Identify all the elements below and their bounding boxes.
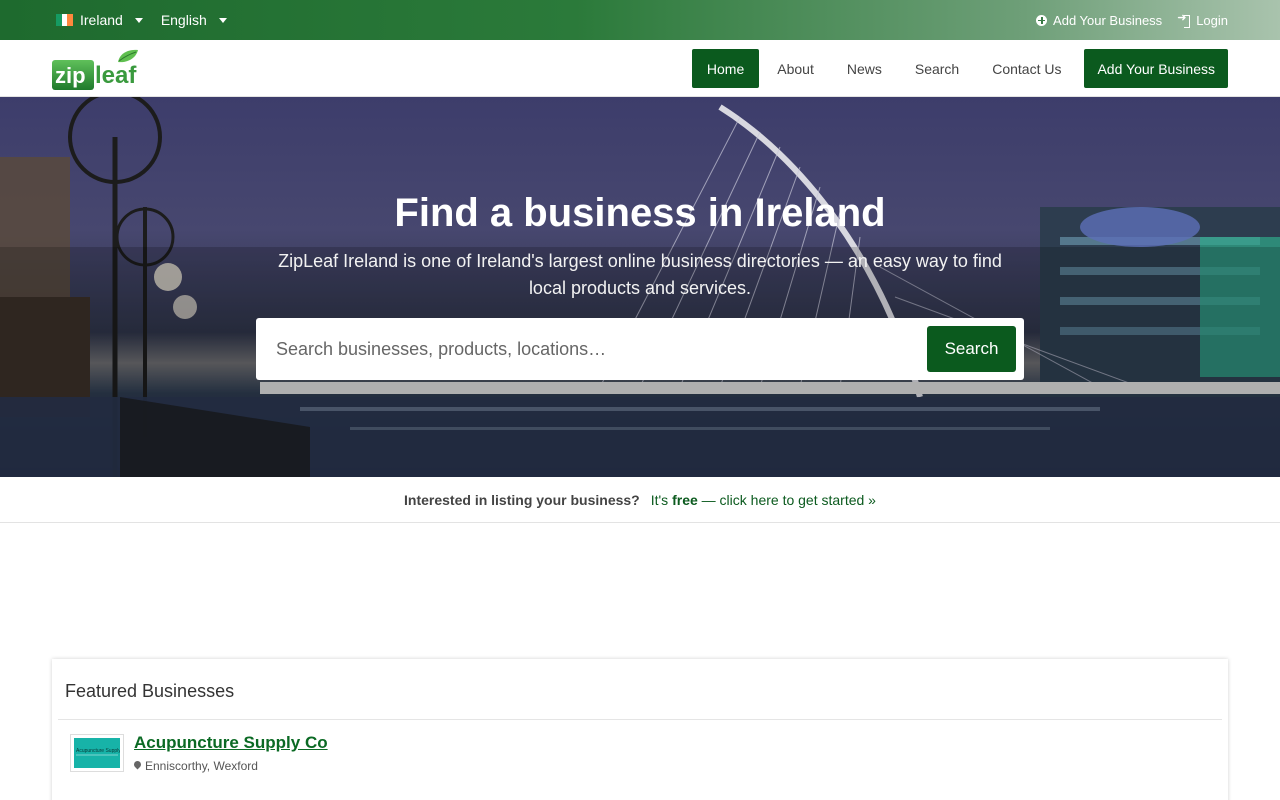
hero-title: Find a business in Ireland: [394, 191, 886, 235]
hero-subtitle: ZipLeaf Ireland is one of Ireland's larg…: [278, 251, 1002, 298]
caret-down-icon: [134, 17, 143, 23]
country-label: Ireland: [80, 12, 123, 28]
hero-banner: Find a business in Ireland ZipLeaf Irela…: [0, 97, 1280, 477]
top-bar: Ireland English Add Your Business Login: [0, 0, 1280, 40]
promo-suffix: — click here to get started »: [701, 491, 876, 508]
featured-heading: Featured Businesses: [65, 681, 235, 701]
business-location: Enniscorthy, Wexford: [134, 759, 258, 773]
promo-question: Interested in listing your business?: [404, 491, 640, 508]
promo-prefix: It's: [650, 491, 669, 508]
business-logo-image: Acupuncture Supply Co: [74, 738, 129, 768]
business-logo-thumbnail[interactable]: Acupuncture Supply Co: [70, 734, 129, 772]
nav-item-home[interactable]: Home: [691, 49, 760, 88]
nav-menu: Home About News Search Contact Us Add Yo…: [691, 49, 1228, 88]
language-selector[interactable]: English: [161, 12, 227, 28]
nav-add-business-button[interactable]: Add Your Business: [1084, 49, 1228, 88]
svg-text:Acupuncture Supply Co: Acupuncture Supply Co: [76, 748, 120, 754]
business-name-link[interactable]: Acupuncture Supply Co: [134, 733, 328, 753]
login-label: Login: [1196, 12, 1228, 28]
topbar-add-business-label: Add Your Business: [1053, 12, 1163, 28]
topbar-add-business-link[interactable]: Add Your Business: [1036, 13, 1162, 28]
map-marker-icon: [134, 761, 141, 771]
sign-in-icon: [1177, 11, 1191, 28]
search-button[interactable]: Search: [927, 326, 1016, 372]
business-location-text: Enniscorthy, Wexford: [145, 759, 258, 773]
nav-item-contact-us[interactable]: Contact Us: [977, 49, 1076, 88]
featured-businesses-panel: Featured Businesses Acupuncture Supply C…: [52, 659, 1228, 800]
divider: [58, 719, 1222, 720]
country-selector[interactable]: Ireland: [56, 12, 143, 28]
login-link[interactable]: Login: [1177, 11, 1228, 28]
language-label: English: [160, 12, 207, 28]
promo-get-started-link[interactable]: It's free — click here to get started »: [651, 492, 876, 508]
promo-free: free: [672, 491, 698, 508]
search-input[interactable]: [276, 318, 916, 380]
svg-text:zip: zip: [55, 63, 86, 88]
nav-item-search[interactable]: Search: [900, 49, 974, 88]
caret-down-icon: [218, 17, 227, 23]
svg-text:leaf: leaf: [95, 62, 137, 89]
nav-item-news[interactable]: News: [832, 49, 897, 88]
plus-circle-icon: [1036, 14, 1048, 26]
listing-promo-strip: Interested in listing your business? It'…: [0, 477, 1280, 523]
list-item: Acupuncture Supply Co Acupuncture Supply…: [70, 732, 1170, 782]
zipleaf-logo[interactable]: zip leaf: [52, 48, 148, 90]
nav-item-about[interactable]: About: [762, 49, 829, 88]
search-bar: Search: [256, 318, 1024, 380]
main-nav: zip leaf Home About News Search Contact …: [0, 40, 1280, 97]
ireland-flag-icon: [56, 14, 74, 26]
